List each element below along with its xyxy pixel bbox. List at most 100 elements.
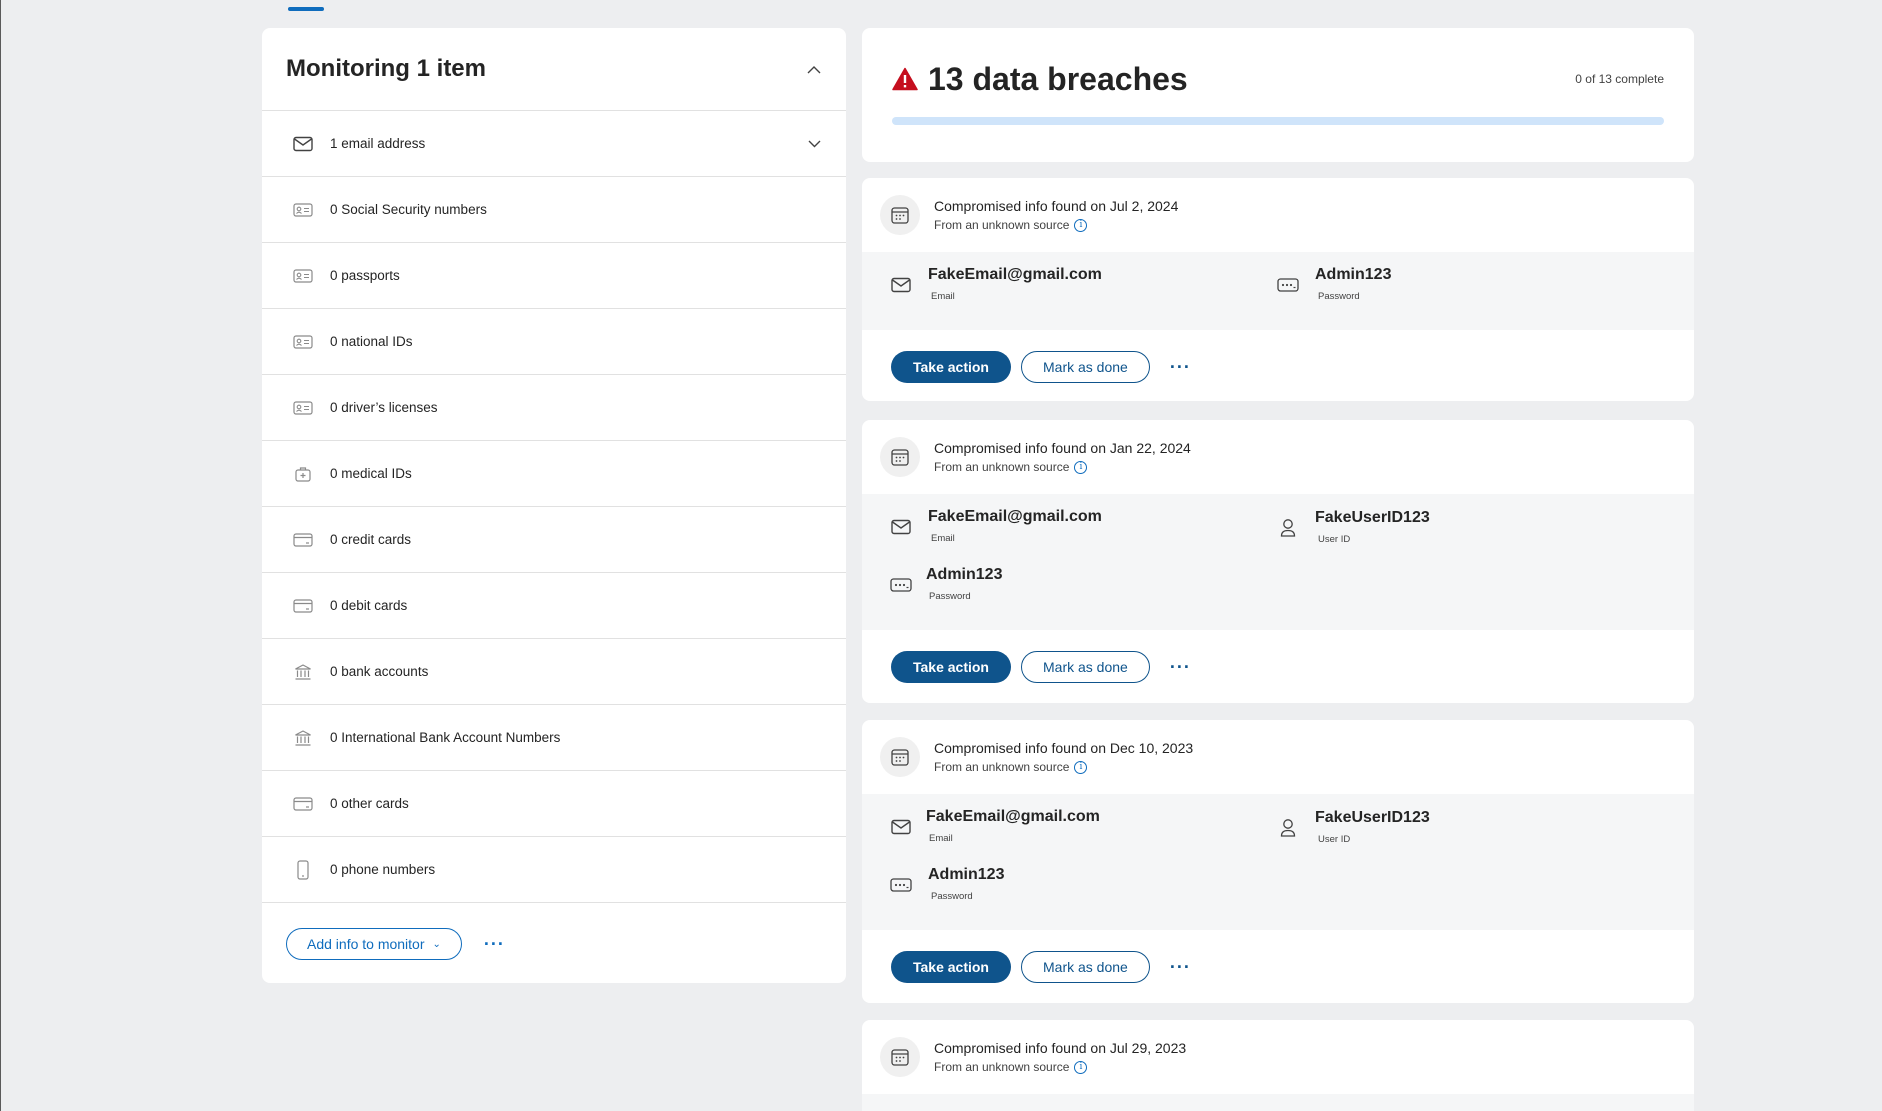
active-tab-indicator bbox=[288, 7, 324, 11]
person-icon bbox=[1277, 517, 1299, 539]
breach-actions: Take action Mark as done ··· bbox=[862, 930, 1694, 1003]
monitor-item-other-cards[interactable]: 0 other cards bbox=[262, 771, 846, 837]
breach-summary-card: 13 data breaches 0 of 13 complete bbox=[862, 28, 1694, 162]
monitor-item-debit-cards[interactable]: 0 debit cards bbox=[262, 573, 846, 639]
field-value: Admin123 bbox=[928, 866, 1005, 883]
mark-as-done-button[interactable]: Mark as done bbox=[1021, 351, 1150, 383]
breach-card: Compromised info found on Jul 2, 2024 Fr… bbox=[862, 178, 1694, 401]
monitor-item-passports[interactable]: 0 passports bbox=[262, 243, 846, 309]
card-icon bbox=[292, 529, 314, 551]
field-value: FakeEmail@gmail.com bbox=[926, 808, 1100, 825]
phone-icon bbox=[292, 859, 314, 881]
info-icon[interactable]: i bbox=[1074, 218, 1088, 232]
monitor-item-bank-accounts[interactable]: 0 bank accounts bbox=[262, 639, 846, 705]
card-icon bbox=[292, 595, 314, 617]
monitor-item-label: 0 Social Security numbers bbox=[330, 202, 487, 217]
monitor-item-medical-ids[interactable]: 0 medical IDs bbox=[262, 441, 846, 507]
field-label: Email bbox=[931, 291, 955, 302]
breach-field-password: Admin123 Password bbox=[1277, 266, 1391, 302]
monitor-item-ssn[interactable]: 0 Social Security numbers bbox=[262, 177, 846, 243]
monitor-item-label: 0 bank accounts bbox=[330, 664, 429, 679]
monitor-item-label: 0 national IDs bbox=[330, 334, 413, 349]
breach-card: Compromised info found on Dec 10, 2023 F… bbox=[862, 720, 1694, 1003]
monitor-item-label: 0 phone numbers bbox=[330, 862, 436, 877]
mark-as-done-button[interactable]: Mark as done bbox=[1021, 651, 1150, 683]
breach-actions: Take action Mark as done ··· bbox=[862, 630, 1694, 703]
warning-icon bbox=[892, 67, 918, 91]
breach-found-date: Compromised info found on Jan 22, 2024 bbox=[934, 440, 1191, 456]
completion-progress-bar bbox=[892, 117, 1664, 125]
monitoring-header[interactable]: Monitoring 1 item bbox=[262, 28, 846, 111]
card-icon bbox=[292, 793, 314, 815]
mail-icon bbox=[292, 133, 314, 155]
id-card-icon bbox=[292, 397, 314, 419]
more-options-icon[interactable]: ··· bbox=[1170, 957, 1191, 978]
monitor-item-label: 0 credit cards bbox=[330, 532, 412, 547]
monitor-item-email[interactable]: 1 email address bbox=[262, 111, 846, 177]
field-label: User ID bbox=[1318, 834, 1351, 845]
password-icon bbox=[1277, 274, 1299, 296]
monitor-item-credit-cards[interactable]: 0 credit cards bbox=[262, 507, 846, 573]
breach-details bbox=[862, 1094, 1694, 1111]
field-value: Admin123 bbox=[1315, 266, 1392, 283]
mark-as-done-button[interactable]: Mark as done bbox=[1021, 951, 1150, 983]
breach-found-date: Compromised info found on Jul 29, 2023 bbox=[934, 1040, 1187, 1056]
breach-field-user-id: FakeUserID123 User ID bbox=[1277, 509, 1430, 545]
breach-field-password: Admin123 Password bbox=[890, 566, 1002, 602]
breach-actions: Take action Mark as done ··· bbox=[862, 330, 1694, 401]
calendar-icon bbox=[880, 737, 920, 777]
monitor-item-label: 0 International Bank Account Numbers bbox=[330, 730, 561, 745]
monitor-item-label: 1 email address bbox=[330, 136, 426, 151]
id-card-icon bbox=[292, 199, 314, 221]
chevron-down-icon[interactable] bbox=[806, 136, 822, 152]
person-icon bbox=[1277, 817, 1299, 839]
breach-details: FakeEmail@gmail.com Email FakeUserID123 … bbox=[862, 494, 1694, 630]
password-icon bbox=[890, 574, 912, 596]
monitor-item-iban[interactable]: 0 International Bank Account Numbers bbox=[262, 705, 846, 771]
more-options-icon[interactable]: ··· bbox=[1170, 657, 1191, 678]
monitor-item-national-ids[interactable]: 0 national IDs bbox=[262, 309, 846, 375]
field-label: Password bbox=[929, 591, 971, 602]
take-action-button[interactable]: Take action bbox=[891, 351, 1011, 383]
field-value: FakeUserID123 bbox=[1315, 809, 1430, 826]
breach-card: Compromised info found on Jan 22, 2024 F… bbox=[862, 420, 1694, 703]
take-action-button[interactable]: Take action bbox=[891, 951, 1011, 983]
field-label: Email bbox=[929, 833, 953, 844]
chevron-up-icon[interactable] bbox=[806, 61, 822, 77]
monitor-item-label: 0 medical IDs bbox=[330, 466, 412, 481]
more-options-icon[interactable]: ··· bbox=[484, 934, 505, 955]
mail-icon bbox=[890, 816, 912, 838]
info-icon[interactable]: i bbox=[1074, 460, 1088, 474]
calendar-icon bbox=[880, 437, 920, 477]
field-label: User ID bbox=[1318, 534, 1351, 545]
chevron-down-icon: ⌄ bbox=[432, 938, 441, 950]
field-label: Email bbox=[931, 533, 955, 544]
mail-icon bbox=[890, 516, 912, 538]
monitor-item-label: 0 passports bbox=[330, 268, 400, 283]
info-icon[interactable]: i bbox=[1074, 760, 1088, 774]
info-icon[interactable]: i bbox=[1074, 1060, 1088, 1074]
monitor-item-phone-numbers[interactable]: 0 phone numbers bbox=[262, 837, 846, 903]
breach-field-email: FakeEmail@gmail.com Email bbox=[890, 508, 1102, 544]
breach-card: Compromised info found on Jul 29, 2023 F… bbox=[862, 1020, 1694, 1111]
add-info-to-monitor-button[interactable]: Add info to monitor ⌄ bbox=[286, 928, 462, 960]
breach-source: From an unknown source bbox=[934, 218, 1070, 232]
monitor-item-label: 0 other cards bbox=[330, 796, 409, 811]
breach-header: Compromised info found on Dec 10, 2023 F… bbox=[862, 720, 1694, 794]
monitoring-title: Monitoring 1 item bbox=[286, 55, 486, 82]
breach-source: From an unknown source bbox=[934, 460, 1070, 474]
medical-bag-icon bbox=[292, 463, 314, 485]
monitor-item-drivers-licenses[interactable]: 0 driver’s licenses bbox=[262, 375, 846, 441]
breach-details: FakeEmail@gmail.com Email FakeUserID123 … bbox=[862, 794, 1694, 930]
field-label: Password bbox=[931, 891, 973, 902]
id-card-icon bbox=[292, 265, 314, 287]
field-value: FakeUserID123 bbox=[1315, 509, 1430, 526]
more-options-icon[interactable]: ··· bbox=[1170, 357, 1191, 378]
calendar-icon bbox=[880, 1037, 920, 1077]
monitoring-panel: Monitoring 1 item 1 email address 0 Soci… bbox=[262, 28, 846, 983]
monitor-item-label: 0 driver’s licenses bbox=[330, 400, 438, 415]
add-info-label: Add info to monitor bbox=[307, 936, 425, 952]
breach-header: Compromised info found on Jul 29, 2023 F… bbox=[862, 1020, 1694, 1094]
take-action-button[interactable]: Take action bbox=[891, 651, 1011, 683]
breach-field-user-id: FakeUserID123 User ID bbox=[1277, 809, 1430, 845]
